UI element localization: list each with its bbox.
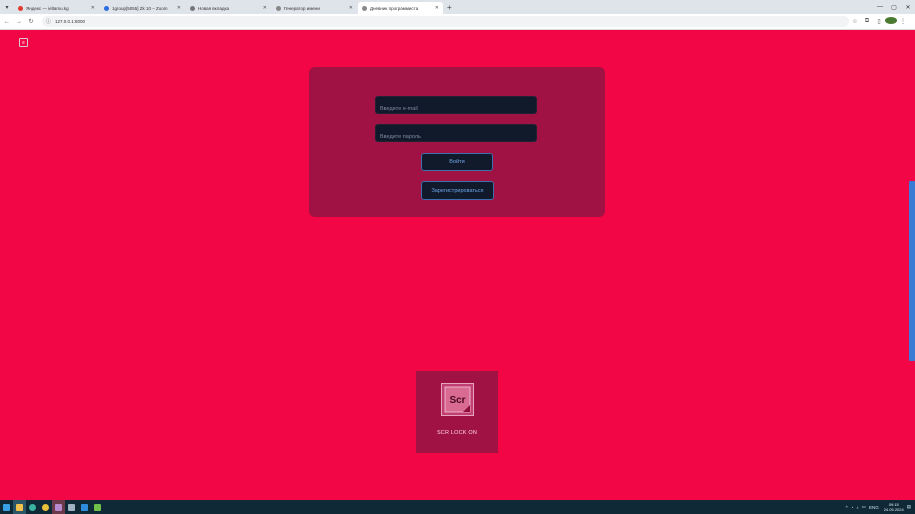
address-bar[interactable]: ⓘ 127.0.0.1:8000: [42, 16, 849, 27]
app-green-icon[interactable]: [91, 500, 104, 514]
file-explorer-icon[interactable]: [13, 500, 26, 514]
site-info-icon[interactable]: ⓘ: [46, 18, 51, 25]
windows-taskbar: ^ ◔ ♪ ▭ ENG 09:15 24.05.2024 ▤: [0, 500, 915, 514]
maximize-icon[interactable]: ▢: [887, 0, 901, 14]
scr-logo-icon: Scr: [441, 383, 474, 416]
bookmark-star-icon[interactable]: ☆: [849, 18, 861, 25]
browser-toolbar: ← → ↻ ⓘ 127.0.0.1:8000 ☆ ⧉ ▯ ⋮: [0, 14, 915, 30]
new-tab-plus-icon[interactable]: +: [447, 2, 452, 14]
battery-icon[interactable]: ▭: [862, 504, 866, 510]
notification-icon[interactable]: ▤: [907, 504, 911, 510]
profile-avatar[interactable]: [885, 17, 897, 26]
logo-text: Scr: [449, 395, 465, 406]
edge-browser-icon[interactable]: [26, 500, 39, 514]
vscode-icon[interactable]: [78, 500, 91, 514]
tab-search-icon[interactable]: ▾: [0, 0, 14, 14]
volume-icon[interactable]: ♪: [856, 505, 858, 510]
start-windows-icon[interactable]: [0, 500, 13, 514]
tab-favicon-icon: [190, 5, 195, 11]
scrollbar-thumb[interactable]: [909, 181, 915, 361]
tab-title: Дневник программиста: [370, 5, 419, 11]
tab-new-tab[interactable]: Новая вкладка ✕: [186, 2, 271, 14]
email-field[interactable]: [376, 101, 536, 117]
menu-glyph-icon: ≡: [22, 39, 25, 46]
tab-close-icon[interactable]: ✕: [435, 5, 439, 11]
tab-title: Новая вкладка: [198, 5, 230, 11]
brand-tile: Scr SCR LOCK ON: [416, 371, 498, 453]
reload-icon[interactable]: ↻: [26, 18, 36, 25]
tab-title: Яндекс — ieltamu.kg: [26, 5, 69, 11]
network-icon[interactable]: ◔: [851, 505, 854, 510]
tab-programmer-diary[interactable]: Дневник программиста ✕: [358, 2, 443, 14]
tab-close-icon[interactable]: ✕: [349, 5, 353, 11]
login-button[interactable]: Войти: [421, 153, 493, 171]
chrome-icon[interactable]: [39, 500, 52, 514]
tab-favicon-icon: [362, 5, 367, 11]
address-url: 127.0.0.1:8000: [55, 19, 86, 24]
password-field-wrapper: [375, 124, 537, 145]
tab-close-icon[interactable]: ✕: [263, 5, 267, 11]
tab-close-icon[interactable]: ✕: [91, 5, 95, 11]
tab-close-icon[interactable]: ✕: [177, 5, 181, 11]
tab-favicon-icon: [276, 5, 281, 11]
tab-title: Генератор имени: [284, 5, 320, 11]
login-panel: Войти Зарегистрироваться: [309, 67, 605, 217]
close-window-icon[interactable]: ✕: [901, 0, 915, 14]
extensions-icon[interactable]: ⧉: [861, 18, 873, 25]
window-controls: — ▢ ✕: [873, 0, 915, 14]
more-menu-icon[interactable]: ⋮: [897, 18, 909, 25]
sidebar-icon[interactable]: ▯: [873, 18, 885, 25]
tab-yandex[interactable]: Яндекс — ieltamu.kg ✕: [14, 2, 99, 14]
clock-date: 24.05.2024: [883, 507, 904, 512]
back-arrow-icon[interactable]: ←: [2, 19, 12, 25]
tab-favicon-icon: [104, 5, 109, 11]
brand-caption: SCR LOCK ON: [436, 430, 478, 436]
page-scrollbar[interactable]: [909, 31, 915, 500]
page-menu-icon[interactable]: ≡: [19, 38, 28, 47]
email-field-wrapper: [375, 96, 537, 117]
tab-name-generator[interactable]: Генератор имени ✕: [272, 2, 357, 14]
language-indicator[interactable]: ENG: [869, 505, 879, 510]
steam-icon[interactable]: [65, 500, 78, 514]
password-field[interactable]: [376, 129, 536, 145]
forward-arrow-icon[interactable]: →: [14, 19, 24, 25]
tab-title: 1group[5055] Zk 10 – Zoom: [112, 5, 168, 11]
app-icon[interactable]: [52, 500, 65, 514]
tab-zoom[interactable]: 1group[5055] Zk 10 – Zoom ✕: [100, 2, 185, 14]
avatar: [885, 17, 897, 24]
browser-tab-bar: ▾ Яндекс — ieltamu.kg ✕ 1group[5055] Zk …: [0, 0, 915, 14]
minimize-icon[interactable]: —: [873, 0, 887, 14]
tray-chevron-icon[interactable]: ^: [846, 505, 848, 510]
toolbar-actions: ☆ ⧉ ▯ ⋮: [849, 17, 909, 26]
system-tray: ^ ◔ ♪ ▭ ENG 09:15 24.05.2024 ▤: [843, 502, 915, 512]
register-button[interactable]: Зарегистрироваться: [421, 181, 494, 200]
tab-favicon-icon: [18, 5, 23, 11]
clock[interactable]: 09:15 24.05.2024: [884, 502, 904, 512]
